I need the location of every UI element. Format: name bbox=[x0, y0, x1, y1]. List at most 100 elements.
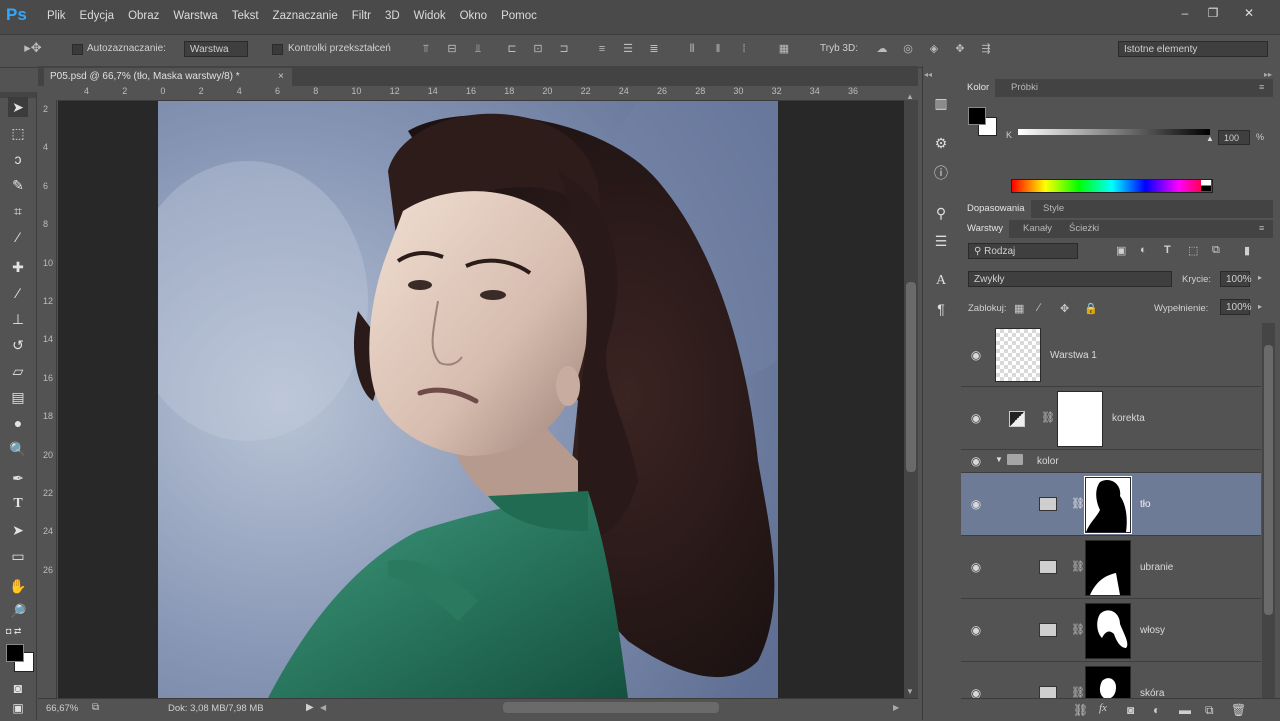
gradient-tool-icon[interactable]: ▤ bbox=[8, 387, 28, 407]
align-bottom-icon[interactable]: ⫫ bbox=[472, 43, 484, 55]
distribute-left-icon[interactable]: ⦀ bbox=[686, 43, 698, 55]
menu-filter[interactable]: Filtr bbox=[352, 10, 371, 22]
trash-icon[interactable]: 🗑 bbox=[1231, 703, 1246, 717]
tab-channels[interactable]: Kanały bbox=[1017, 220, 1058, 238]
color-panel-menu-icon[interactable]: ≡ bbox=[1259, 82, 1264, 92]
clone-stamp-tool-icon[interactable]: ⊥ bbox=[8, 309, 28, 329]
visibility-eye-icon[interactable]: ◉ bbox=[969, 455, 983, 467]
info-panel-icon[interactable]: ⓘ bbox=[932, 164, 950, 182]
layer-name[interactable]: ubranie bbox=[1140, 562, 1173, 573]
align-right-icon[interactable]: ⊐ bbox=[558, 43, 570, 55]
menu-edit[interactable]: Edycja bbox=[80, 10, 115, 22]
brush-panel-icon[interactable]: ⚲ bbox=[932, 204, 950, 222]
document-tab[interactable]: P05.psd @ 66,7% (tło, Maska warstwy/8) *… bbox=[44, 68, 292, 86]
tab-layers[interactable]: Warstwy bbox=[961, 220, 1010, 238]
scroll-right-arrow-icon[interactable]: ▶ bbox=[893, 703, 899, 712]
align-top-icon[interactable]: ⫪ bbox=[420, 43, 432, 55]
layers-panel-menu-icon[interactable]: ≡ bbox=[1259, 223, 1264, 233]
lock-all-icon[interactable]: 🔒 bbox=[1084, 302, 1098, 315]
menu-view[interactable]: Widok bbox=[414, 10, 446, 22]
3d-roll-icon[interactable]: ◎ bbox=[902, 43, 914, 55]
filter-pixel-icon[interactable]: ▣ bbox=[1116, 244, 1126, 257]
scroll-up-arrow-icon[interactable]: ▲ bbox=[906, 92, 914, 101]
dodge-tool-icon[interactable]: 🔍 bbox=[8, 439, 28, 459]
auto-select-checkbox[interactable] bbox=[72, 44, 83, 55]
layer-row[interactable]: ◉ Warstwa 1 bbox=[961, 324, 1261, 387]
screen-mode-icon[interactable]: ▣ bbox=[8, 700, 28, 716]
horizontal-scrollbar-thumb[interactable] bbox=[503, 702, 719, 713]
layer-name[interactable]: Warstwa 1 bbox=[1050, 350, 1097, 361]
document-image[interactable] bbox=[158, 101, 778, 698]
distribute-bottom-icon[interactable]: ≣ bbox=[648, 43, 660, 55]
blend-mode-dropdown[interactable]: Zwykły bbox=[968, 271, 1172, 287]
properties-panel-icon[interactable]: ☰ bbox=[932, 232, 950, 250]
history-panel-icon[interactable]: ▥ bbox=[932, 94, 950, 112]
close-button[interactable]: ✕ bbox=[1238, 6, 1260, 22]
quick-select-tool-icon[interactable]: ✎ bbox=[8, 175, 28, 195]
menu-layer[interactable]: Warstwa bbox=[173, 10, 217, 22]
share-icon[interactable]: ⧉ bbox=[92, 702, 99, 713]
menu-3d[interactable]: 3D bbox=[385, 10, 400, 22]
chain-link-icon[interactable]: ⛓ bbox=[1071, 623, 1085, 636]
layer-name[interactable]: kolor bbox=[1037, 456, 1059, 467]
marquee-tool-icon[interactable]: ⬚ bbox=[8, 123, 28, 143]
ruler-origin[interactable] bbox=[40, 86, 58, 100]
tab-adjustments[interactable]: Dopasowania bbox=[961, 200, 1031, 218]
layer-mask-thumbnail[interactable] bbox=[1057, 391, 1103, 447]
scroll-left-arrow-icon[interactable]: ◀ bbox=[320, 703, 326, 712]
actions-panel-icon[interactable]: ⚙ bbox=[932, 134, 950, 152]
tab-swatches[interactable]: Próbki bbox=[1005, 79, 1044, 97]
visibility-eye-icon[interactable]: ◉ bbox=[969, 349, 983, 361]
visibility-eye-icon[interactable]: ◉ bbox=[969, 624, 983, 636]
link-icon[interactable]: ⛓ bbox=[1073, 703, 1088, 717]
chain-link-icon[interactable]: ⛓ bbox=[1041, 411, 1055, 424]
rectangle-tool-icon[interactable]: ▭ bbox=[8, 546, 28, 566]
layer-name[interactable]: korekta bbox=[1112, 413, 1145, 424]
layer-filter-dropdown[interactable]: ⚲ Rodzaj bbox=[968, 243, 1078, 259]
align-vcenter-icon[interactable]: ⊟ bbox=[446, 43, 458, 55]
filter-shape-icon[interactable]: ⬚ bbox=[1188, 244, 1198, 257]
lock-position-icon[interactable]: ✥ bbox=[1060, 302, 1069, 315]
tab-styles[interactable]: Style bbox=[1037, 200, 1070, 218]
layer-name[interactable]: tło bbox=[1140, 499, 1151, 510]
black-slider-track[interactable] bbox=[1018, 129, 1210, 135]
filter-adjustment-icon[interactable]: ◐ bbox=[1140, 244, 1147, 256]
menu-window[interactable]: Okno bbox=[460, 10, 488, 22]
layer-row[interactable]: ◉ ⛓ włosy bbox=[961, 599, 1261, 662]
quick-mask-icon[interactable]: ◙ bbox=[8, 678, 28, 698]
layer-row-selected[interactable]: ◉ ⛓ tło bbox=[961, 473, 1261, 536]
type-tool-icon[interactable]: T bbox=[8, 494, 28, 514]
3d-orbit-icon[interactable]: ☁ bbox=[876, 43, 888, 55]
character-panel-icon[interactable]: A bbox=[932, 272, 950, 290]
menu-image[interactable]: Obraz bbox=[128, 10, 159, 22]
paragraph-panel-icon[interactable]: ¶ bbox=[932, 300, 950, 318]
lock-transparent-icon[interactable]: ▦ bbox=[1014, 302, 1024, 315]
color-spectrum-bar[interactable] bbox=[1011, 179, 1213, 193]
3d-drag-icon[interactable]: ◈ bbox=[928, 43, 940, 55]
menu-file[interactable]: Plik bbox=[47, 10, 66, 22]
layer-name[interactable]: włosy bbox=[1140, 625, 1165, 636]
layer-mask-thumbnail[interactable] bbox=[1085, 666, 1131, 698]
layer-mask-thumbnail[interactable] bbox=[1085, 603, 1131, 659]
color-value-field[interactable]: 100 bbox=[1218, 130, 1250, 145]
visibility-eye-icon[interactable]: ◉ bbox=[969, 498, 983, 510]
new-layer-icon[interactable]: ⧉ bbox=[1205, 703, 1214, 718]
adjustment-icon[interactable]: ◐ bbox=[1153, 703, 1160, 717]
auto-align-icon[interactable]: ▦ bbox=[778, 43, 790, 55]
fx-icon[interactable]: fx bbox=[1099, 702, 1107, 714]
group-expand-icon[interactable]: ▼ bbox=[995, 455, 1003, 464]
filter-smart-object-icon[interactable]: ⧉ bbox=[1212, 244, 1220, 257]
visibility-eye-icon[interactable]: ◉ bbox=[969, 561, 983, 573]
opacity-field[interactable]: 100% bbox=[1220, 271, 1252, 287]
fill-slider-arrow-icon[interactable]: ▸ bbox=[1258, 302, 1262, 311]
3d-scale-icon[interactable]: ⇶ bbox=[980, 43, 992, 55]
hand-tool-icon[interactable]: ✋ bbox=[8, 576, 28, 596]
align-hcenter-icon[interactable]: ⊡ bbox=[532, 43, 544, 55]
status-menu-arrow-icon[interactable]: ▶ bbox=[306, 702, 314, 713]
auto-select-dropdown[interactable]: Warstwa bbox=[184, 41, 248, 57]
black-slider-handle[interactable]: ▲ bbox=[1206, 134, 1214, 143]
tab-color[interactable]: Kolor bbox=[961, 79, 996, 97]
distribute-vcenter-icon[interactable]: ☰ bbox=[622, 43, 634, 55]
layer-mask-thumbnail[interactable] bbox=[1084, 476, 1132, 534]
workspace-dropdown[interactable]: Istotne elementy bbox=[1118, 41, 1268, 57]
